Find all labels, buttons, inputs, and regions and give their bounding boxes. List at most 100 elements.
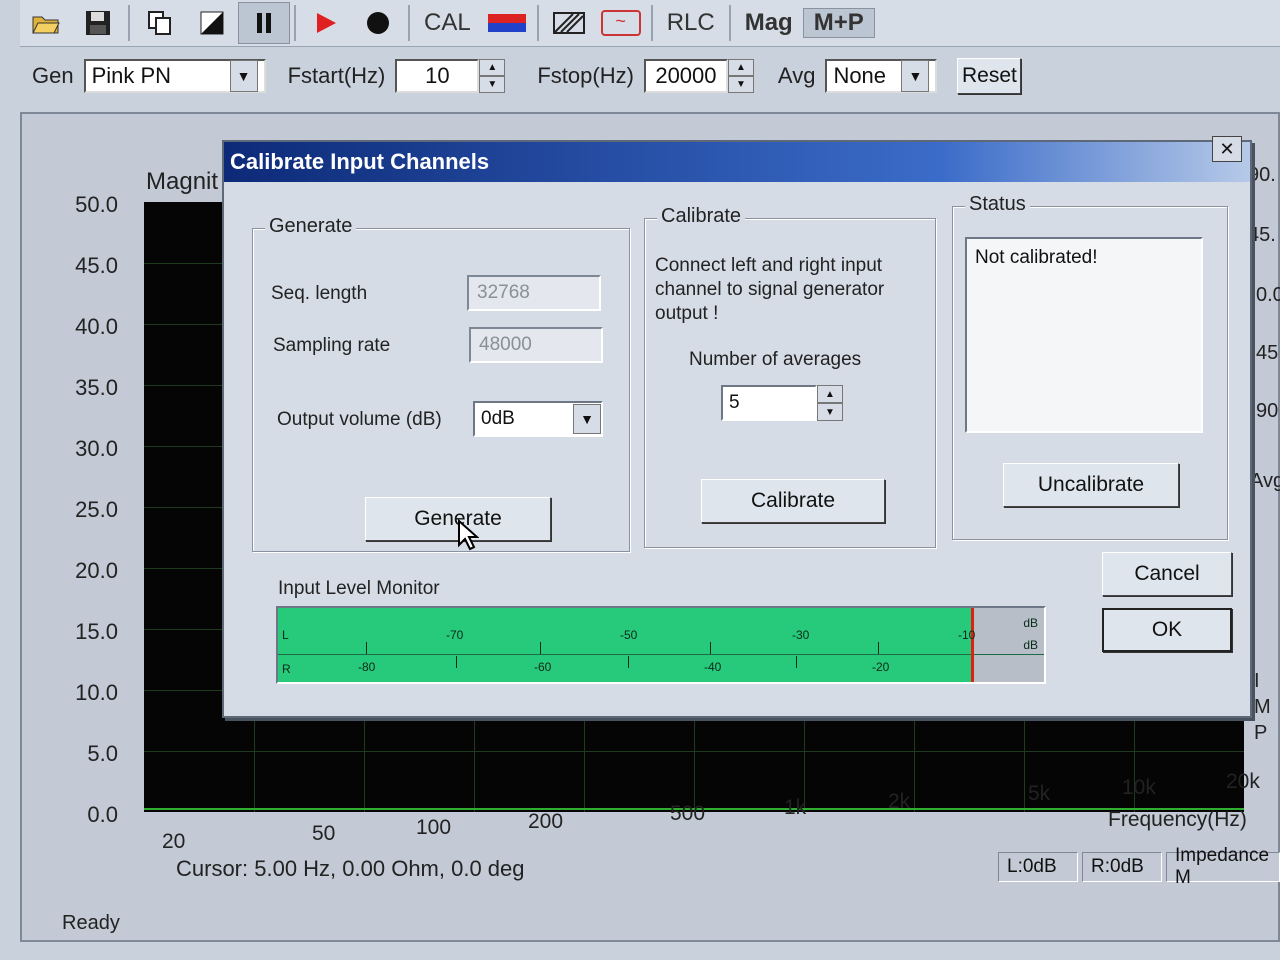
averages-spinner[interactable]: ▲ ▼ [817,385,843,421]
ok-button[interactable]: OK [1102,608,1232,652]
instruction-line: output ! [655,303,719,324]
pause-icon[interactable] [238,2,290,44]
waveform-icon[interactable]: ~ [595,2,647,44]
meter-tick-mark [628,656,629,668]
averages-value: 5 [729,392,740,413]
toolbar-separator [294,5,296,41]
output-volume-label: Output volume (dB) [277,409,442,430]
x-tick: 20 [162,830,186,853]
y-tick: 40.0 [75,314,118,339]
spin-up-icon[interactable]: ▲ [727,59,754,76]
meter-bottom-tick: -60 [534,660,552,674]
fstop-input[interactable]: 20000 [643,59,728,93]
side-letter: I [1254,670,1260,692]
x-tick: 2k [888,790,911,813]
spin-down-icon[interactable]: ▼ [727,76,754,93]
gen-select[interactable]: Pink PN ▼ [83,59,266,93]
averages-label: Number of averages [689,349,862,370]
toolbar-separator [728,5,731,41]
mag-button[interactable]: Mag [735,9,803,37]
x-tick: 20k [1226,770,1260,793]
meter-divider [278,654,1044,655]
input-level-meter: L R dB dB -70 -50 -30 -10 -80 -60 -40 -2… [276,606,1046,684]
copy-icon[interactable] [134,2,186,44]
meter-tick-mark [540,642,541,654]
output-volume-select[interactable]: 0dB ▼ [473,401,603,437]
channel-r-label: R [282,662,291,676]
output-volume-value: 0dB [481,408,515,429]
reset-button[interactable]: Reset [957,58,1022,94]
generate-legend: Generate [265,215,357,238]
calibrate-legend: Calibrate [657,205,746,228]
spin-up-icon[interactable]: ▲ [817,385,843,403]
dialog-title: Calibrate Input Channels [230,149,490,174]
meter-top-tick: -30 [792,628,810,642]
record-icon[interactable] [352,2,404,44]
calibrate-group: Calibrate Connect left and right input c… [644,205,936,548]
level-fill [278,608,972,682]
calibrate-button[interactable]: Calibrate [701,479,885,523]
avg-select[interactable]: None ▼ [825,59,938,93]
rlc-button[interactable]: RLC [657,9,725,37]
side-letter: M [1254,696,1271,718]
dialog-title-bar[interactable]: Calibrate Input Channels [224,142,1250,182]
seq-length-label: Seq. length [271,283,368,304]
toolbar-separator [650,5,653,41]
channel-l-label: L [282,628,289,642]
toolbar-separator [128,5,130,41]
y-tick: 5.0 [87,741,118,766]
averages-input[interactable]: 5 [721,385,817,421]
chevron-down-icon[interactable]: ▼ [573,404,601,434]
hatch-icon[interactable] [543,2,595,44]
sampling-rate-label: Sampling rate [273,335,391,356]
play-icon[interactable] [300,2,352,44]
floppy-disk-icon[interactable] [72,2,124,44]
x-tick: 100 [416,816,452,839]
y-tick: 50.0 [75,192,118,217]
chevron-down-icon[interactable]: ▼ [229,60,258,92]
gen-label: Gen [32,63,74,88]
status-text-box: Not calibrated! [965,237,1203,433]
contrast-icon[interactable] [186,2,238,44]
calibrate-dialog: Calibrate Input Channels ✕ Generate Seq.… [222,136,1252,718]
spin-down-icon[interactable]: ▼ [479,76,506,93]
y-tick: 45.0 [75,253,118,278]
meter-top-tick: -70 [446,628,464,642]
fstart-spinner[interactable]: ▲ ▼ [479,59,506,93]
meter-tick-mark [878,642,879,654]
cancel-button[interactable]: Cancel [1102,552,1232,596]
toolbar: CAL ~ RLC Mag M+P [20,0,1280,47]
x-tick: 1k [784,796,807,819]
y-tick: 30.0 [75,436,118,461]
spin-down-icon[interactable]: ▼ [817,403,843,421]
folder-open-icon[interactable] [20,2,72,44]
y-tick: 0.0 [87,802,118,827]
x-tick: 50 [312,822,336,845]
uncalibrate-button[interactable]: Uncalibrate [1003,463,1179,507]
status-legend: Status [965,193,1030,216]
meter-top-tick: -10 [958,628,976,642]
phase-tick: 90 [1256,400,1279,422]
close-icon[interactable]: ✕ [1212,136,1242,162]
toolbar-separator [408,5,410,41]
avg-value: None [833,63,887,88]
chevron-down-icon[interactable]: ▼ [901,60,930,92]
left-level-panel: L:0dB [998,852,1078,882]
generator-controls: Gen Pink PN ▼ Fstart(Hz) 10 ▲ ▼ Fstop(Hz)… [20,48,1280,104]
seq-length-field: 32768 [467,275,601,311]
fstart-input[interactable]: 10 [395,59,480,93]
cal-button[interactable]: CAL [414,9,481,37]
avg-indicator: Avg [1250,470,1280,492]
fstop-spinner[interactable]: ▲ ▼ [727,59,754,93]
meter-bottom-tick: -20 [872,660,890,674]
mp-button[interactable]: M+P [802,8,875,38]
meter-bottom-tick: -80 [358,660,376,674]
avg-label: Avg [777,63,816,88]
fstart-label: Fstart(Hz) [287,63,386,88]
fstop-value: 20000 [655,63,717,88]
y-tick: 20.0 [75,558,118,583]
spin-up-icon[interactable]: ▲ [479,59,506,76]
y-tick: 25.0 [75,497,118,522]
cal-color-icon[interactable] [481,2,533,44]
x-tick: 10k [1122,776,1156,799]
